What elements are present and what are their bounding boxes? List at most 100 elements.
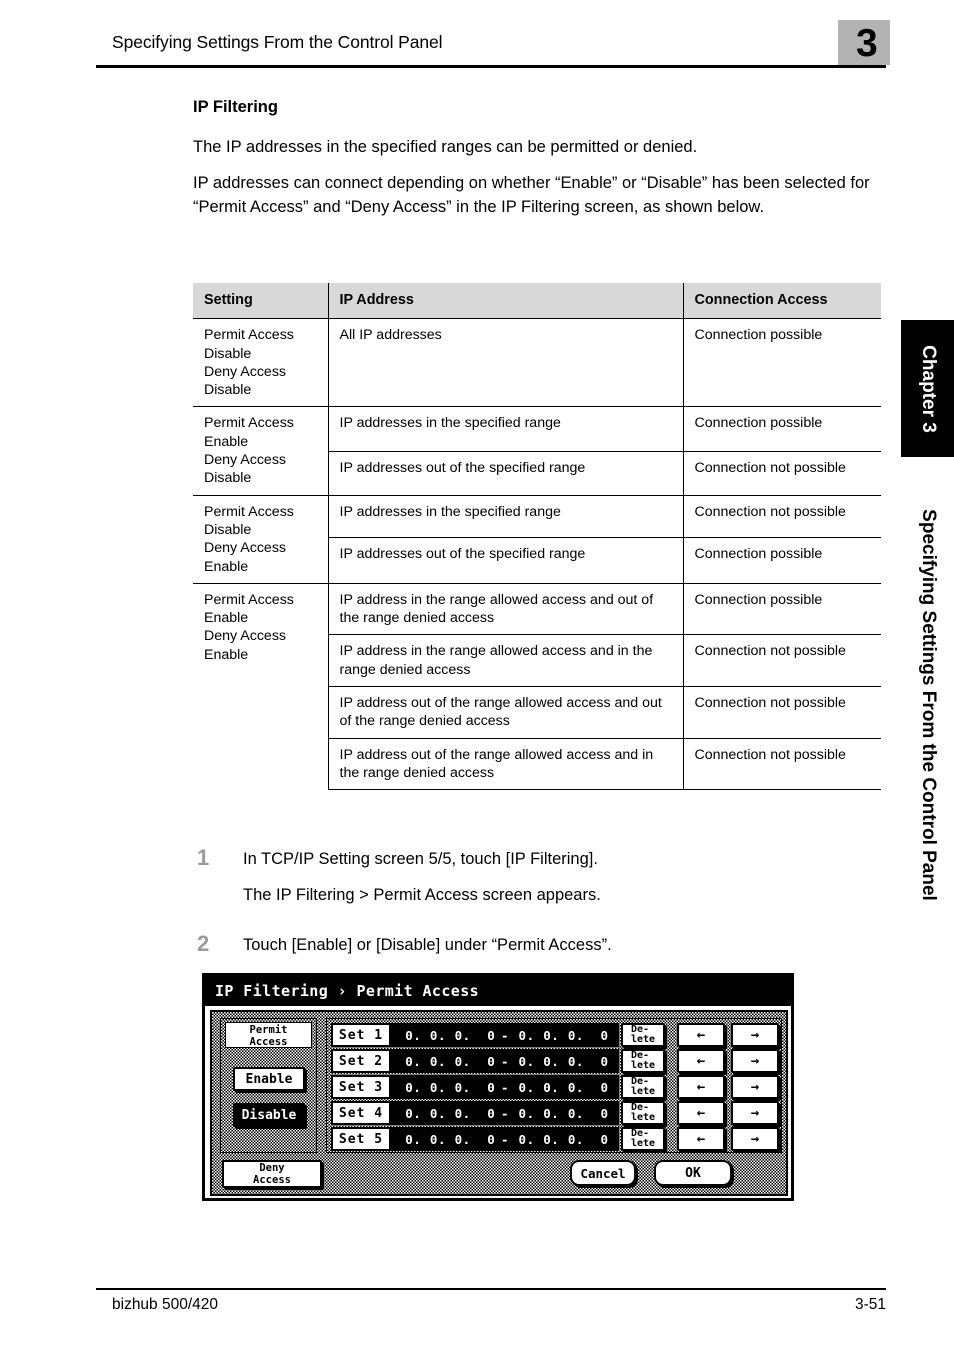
- ip-range-field[interactable]: 0. 0. 0. 0 - 0. 0. 0. 0: [391, 1075, 619, 1099]
- column-header-ip-address: IP Address: [328, 283, 684, 320]
- step-result-1: The IP Filtering > Permit Access screen …: [243, 886, 601, 904]
- set-row: Set 2 0. 0. 0. 0 - 0. 0. 0. 0 De- lete ←: [331, 1049, 779, 1073]
- permit-access-group: Permit Access Enable Disable: [220, 1018, 317, 1153]
- ip-octet: 0.: [518, 1131, 535, 1147]
- ip-octet: 0: [600, 1105, 609, 1121]
- ip-octet: 0: [600, 1053, 609, 1069]
- ip-octet: 0.: [518, 1105, 535, 1121]
- cancel-button[interactable]: Cancel: [570, 1160, 636, 1186]
- table-row: Permit Access Enable Deny Access Disable…: [193, 406, 881, 496]
- cell-ip-address: IP addresses out of the specified range: [328, 536, 684, 584]
- ip-octet: 0.: [567, 1131, 584, 1147]
- section-paragraph-1: The IP addresses in the specified ranges…: [193, 138, 698, 156]
- ip-octet: 0.: [429, 1131, 446, 1147]
- ip-octet: 0.: [429, 1027, 446, 1043]
- set-row: Set 5 0. 0. 0. 0 - 0. 0. 0. 0 De- lete ←: [331, 1127, 779, 1151]
- set-row: Set 1 0. 0. 0. 0 - 0. 0. 0. 0 De- lete ←: [331, 1023, 779, 1047]
- ip-octet: 0.: [543, 1053, 560, 1069]
- cell-connection-access: Connection possible: [683, 406, 881, 452]
- step-number-2: 2: [197, 931, 210, 956]
- arrow-right-icon[interactable]: →: [731, 1075, 779, 1099]
- ip-octet: 0.: [543, 1131, 560, 1147]
- cell-ip-address: IP address out of the range allowed acce…: [328, 686, 684, 739]
- delete-button[interactable]: De- lete: [621, 1023, 665, 1047]
- cell-connection-access: Connection not possible: [683, 450, 881, 496]
- ip-octet: 0.: [567, 1105, 584, 1121]
- delete-button[interactable]: De- lete: [621, 1049, 665, 1073]
- ip-octet: 0.: [405, 1079, 422, 1095]
- cell-connection-access: Connection not possible: [683, 686, 881, 739]
- cell-setting: Permit Access Disable Deny Access Enable: [193, 494, 329, 584]
- arrow-left-icon[interactable]: ←: [677, 1101, 725, 1125]
- set-label: Set 3: [331, 1075, 391, 1099]
- lcd-body: Permit Access Enable Disable Deny Access…: [210, 1010, 788, 1196]
- ip-octet: 0.: [405, 1105, 422, 1121]
- set-label: Set 1: [331, 1023, 391, 1047]
- header-divider: [96, 65, 886, 68]
- set-row: Set 3 0. 0. 0. 0 - 0. 0. 0. 0 De- lete ←: [331, 1075, 779, 1099]
- arrow-left-icon[interactable]: ←: [677, 1023, 725, 1047]
- delete-button[interactable]: De- lete: [621, 1101, 665, 1125]
- ip-octet: 0.: [429, 1105, 446, 1121]
- column-header-connection-access: Connection Access: [683, 283, 881, 320]
- set-label: Set 5: [331, 1127, 391, 1151]
- side-tab-chapter: Chapter 3: [901, 320, 954, 457]
- ip-octet: 0.: [543, 1105, 560, 1121]
- header-title: Specifying Settings From the Control Pan…: [112, 32, 443, 52]
- set-row: Set 4 0. 0. 0. 0 - 0. 0. 0. 0 De- lete ←: [331, 1101, 779, 1125]
- table-header-row: Setting IP Address Connection Access: [193, 283, 881, 320]
- section-paragraph-2: IP addresses can connect depending on wh…: [193, 174, 870, 216]
- range-separator: -: [500, 1053, 509, 1069]
- table-body: Permit Access Disable Deny Access Disabl…: [193, 318, 881, 791]
- ip-octet: 0.: [543, 1027, 560, 1043]
- arrow-right-icon[interactable]: →: [731, 1101, 779, 1125]
- column-header-setting: Setting: [193, 283, 329, 320]
- table-row: Permit Access Enable Deny Access Enable …: [193, 582, 881, 790]
- ip-octet: 0.: [518, 1027, 535, 1043]
- ip-range-field[interactable]: 0. 0. 0. 0 - 0. 0. 0. 0: [391, 1127, 619, 1151]
- cell-connection-access: Connection possible: [683, 318, 881, 407]
- permit-access-label: Permit Access: [225, 1022, 312, 1048]
- arrow-right-icon[interactable]: →: [731, 1127, 779, 1151]
- step-text-2: Touch [Enable] or [Disable] under “Permi…: [243, 936, 612, 954]
- ip-octet: 0.: [567, 1079, 584, 1095]
- ip-range-field[interactable]: 0. 0. 0. 0 - 0. 0. 0. 0: [391, 1023, 619, 1047]
- ip-range-field[interactable]: 0. 0. 0. 0 - 0. 0. 0. 0: [391, 1101, 619, 1125]
- ip-octet: 0.: [454, 1131, 471, 1147]
- chapter-number: 3: [856, 22, 878, 65]
- ip-octet: 0: [487, 1079, 496, 1095]
- delete-button[interactable]: De- lete: [621, 1127, 665, 1151]
- ip-octet: 0.: [454, 1105, 471, 1121]
- cell-ip-address: IP addresses in the specified range: [328, 494, 684, 538]
- page-header: Specifying Settings From the Control Pan…: [96, 28, 886, 72]
- arrow-right-icon[interactable]: →: [731, 1023, 779, 1047]
- cell-ip-address: IP addresses out of the specified range: [328, 450, 684, 496]
- ip-octet: 0.: [567, 1027, 584, 1043]
- arrow-left-icon[interactable]: ←: [677, 1049, 725, 1073]
- arrow-left-icon[interactable]: ←: [677, 1127, 725, 1151]
- footer-page-number: 3-51: [854, 1296, 886, 1313]
- ok-button[interactable]: OK: [654, 1160, 732, 1186]
- set-label: Set 2: [331, 1049, 391, 1073]
- arrow-right-icon[interactable]: →: [731, 1049, 779, 1073]
- deny-access-button[interactable]: Deny Access: [222, 1160, 322, 1188]
- ip-octet: 0.: [454, 1079, 471, 1095]
- cell-ip-address: All IP addresses: [328, 318, 684, 407]
- ip-octet: 0.: [518, 1053, 535, 1069]
- ip-range-field[interactable]: 0. 0. 0. 0 - 0. 0. 0. 0: [391, 1049, 619, 1073]
- ip-octet: 0: [600, 1131, 609, 1147]
- permit-access-disable-button[interactable]: Disable: [233, 1103, 305, 1127]
- ip-octet: 0: [487, 1027, 496, 1043]
- ip-octet: 0.: [454, 1027, 471, 1043]
- step-number-1: 1: [197, 845, 210, 870]
- control-panel-screenshot: IP Filtering › Permit Access Permit Acce…: [202, 973, 794, 1201]
- permit-access-enable-button[interactable]: Enable: [233, 1067, 305, 1091]
- arrow-left-icon[interactable]: ←: [677, 1075, 725, 1099]
- table-head: Setting IP Address Connection Access: [193, 283, 881, 320]
- cell-ip-address: IP address in the range allowed access a…: [328, 582, 684, 635]
- table-row: Permit Access Disable Deny Access Disabl…: [193, 318, 881, 407]
- ip-octet: 0.: [405, 1131, 422, 1147]
- delete-button[interactable]: De- lete: [621, 1075, 665, 1099]
- cell-connection-access: Connection not possible: [683, 494, 881, 538]
- cell-ip-address: IP address in the range allowed access a…: [328, 634, 684, 687]
